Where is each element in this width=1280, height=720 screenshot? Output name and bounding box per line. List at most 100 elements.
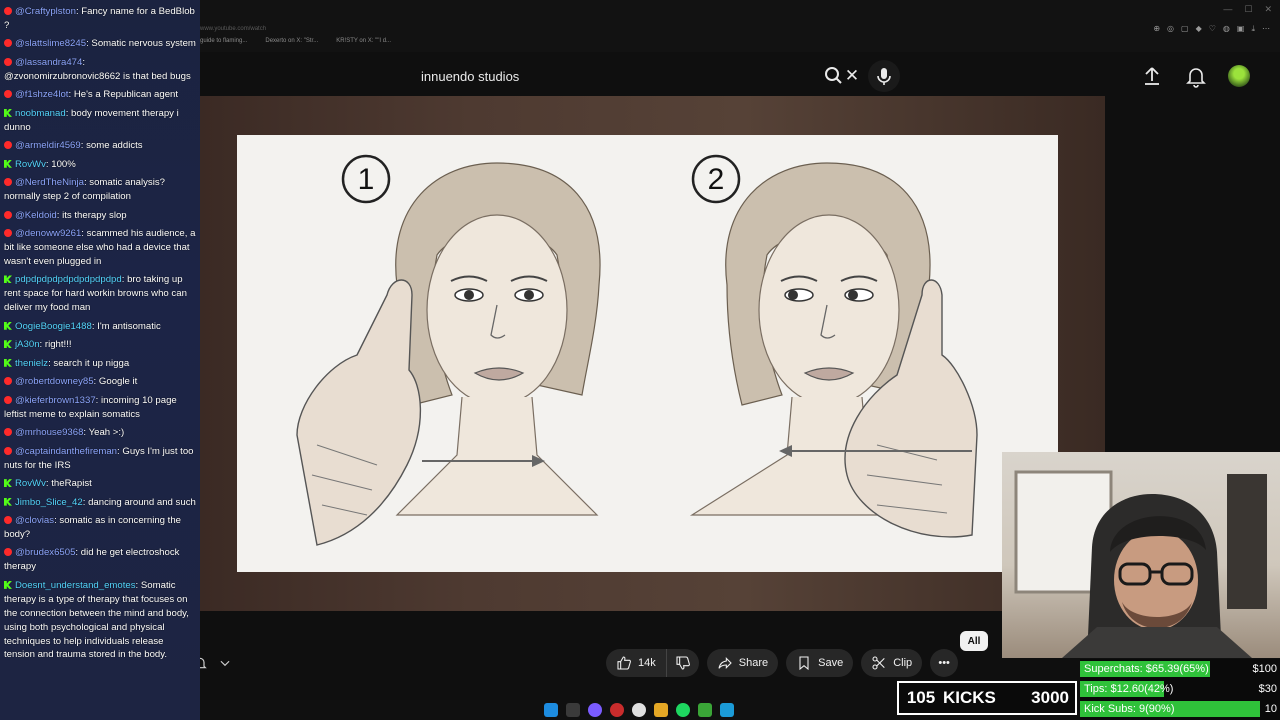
chat-text: I'm antisomatic <box>97 320 161 332</box>
extension-icon[interactable]: ◍ <box>1223 24 1230 34</box>
bookmark-item[interactable]: Dexerto on X: "Str... <box>265 38 318 52</box>
account-avatar[interactable] <box>1228 65 1250 87</box>
address-bar[interactable]: www.youtube.com/watch <box>200 26 266 32</box>
chat-username[interactable]: @captaindanthefireman <box>15 446 117 457</box>
search-button[interactable] <box>820 64 848 88</box>
minimize-button[interactable]: — <box>1223 4 1232 15</box>
more-actions-button[interactable]: ••• <box>930 649 959 677</box>
folder-icon[interactable] <box>654 703 668 717</box>
chat-username[interactable]: RovWv <box>15 478 46 489</box>
video-actions: 14k Share Save Clip ••• <box>606 649 959 677</box>
chat-message: Jimbo_Slice_42: dancing around and such <box>0 496 200 510</box>
search-input[interactable]: innuendo studios <box>421 69 839 84</box>
zoom-icon[interactable]: ⊕ <box>1153 24 1160 34</box>
bell-icon <box>1186 68 1206 88</box>
video-player[interactable]: 1 2 <box>200 96 1105 611</box>
chat-username[interactable]: @denoww9261 <box>15 228 81 239</box>
chat-username[interactable]: @Craftyplston <box>15 6 76 17</box>
close-window-button[interactable]: ✕ <box>1264 4 1272 15</box>
chat-username[interactable]: OogieBoogie1488 <box>15 321 92 332</box>
extension-icon[interactable]: ◎ <box>1167 24 1174 34</box>
chat-message: @armeldir4569: some addicts <box>0 139 200 153</box>
streamer-webcam <box>1014 470 1267 658</box>
chat-username[interactable]: pdpdpdpdpdpdpdpdpdpd <box>15 274 122 285</box>
goal-label: Kick Subs: 9(90%) <box>1084 703 1175 715</box>
search-bar[interactable]: innuendo studios ✕ <box>410 58 865 94</box>
microphone-icon <box>877 68 891 85</box>
chevron-down-icon[interactable] <box>218 656 232 670</box>
voice-search-button[interactable] <box>868 60 900 92</box>
chat-username[interactable]: Doesnt_understand_emotes <box>15 580 136 591</box>
chat-username[interactable]: @armeldir4569 <box>15 140 81 151</box>
chat-overlay: @Craftyplston: Fancy name for a BedBlob … <box>0 0 200 720</box>
chat-username[interactable]: @f1shze4lot <box>15 89 68 100</box>
chat-message: @Keldoid: its therapy slop <box>0 209 200 223</box>
bookmark-icon[interactable]: ♡ <box>1209 24 1216 34</box>
chat-username[interactable]: Jimbo_Slice_42 <box>15 497 83 508</box>
chat-username[interactable]: @brudex6505 <box>15 547 75 558</box>
share-label: Share <box>738 657 769 669</box>
video-frame: 1 2 <box>237 135 1058 572</box>
chat-username[interactable]: @mrhouse9368 <box>15 427 83 438</box>
share-button[interactable]: Share <box>706 649 779 677</box>
panel-1-number: 1 <box>358 163 375 196</box>
extension-icon[interactable]: ◆ <box>1196 24 1202 34</box>
save-button[interactable]: Save <box>786 649 854 677</box>
app-icon[interactable] <box>610 703 624 717</box>
clip-label: Clip <box>893 657 913 669</box>
chat-text: dancing around and such <box>88 496 196 508</box>
youtube-icon <box>4 7 12 15</box>
kick-icon <box>4 321 12 330</box>
goal-max: 10 <box>1264 703 1277 715</box>
kicks-label: KICKS <box>943 688 996 707</box>
youtube-icon <box>4 39 12 48</box>
notifications-button[interactable] <box>1184 64 1208 88</box>
panel-2-number: 2 <box>708 163 725 196</box>
search-icon[interactable] <box>566 703 580 717</box>
chat-text: search it up nigga <box>53 357 130 369</box>
chat-username[interactable]: @robertdowney85 <box>15 376 94 387</box>
dislike-button[interactable] <box>666 649 699 677</box>
upload-button[interactable] <box>1140 64 1164 88</box>
chat-username[interactable]: jA30n <box>15 339 40 350</box>
bookmark-item[interactable]: KR!STY on X: ""I d... <box>336 38 391 52</box>
chat-username[interactable]: @NerdTheNinja <box>15 177 84 188</box>
like-button[interactable]: 14k <box>606 649 667 677</box>
chat-text: Somatic nervous system <box>91 38 196 50</box>
video-illustration: 1 2 <box>296 154 978 546</box>
chat-username[interactable]: @lassandra474 <box>15 57 82 68</box>
xbox-icon[interactable] <box>698 703 712 717</box>
chat-username[interactable]: @clovias <box>15 515 54 526</box>
chat-message: @Craftyplston: Fancy name for a BedBlob … <box>0 5 200 33</box>
spotify-icon[interactable] <box>676 703 690 717</box>
chat-username[interactable]: thenielz <box>15 358 48 369</box>
app-icon[interactable] <box>588 703 602 717</box>
youtube-icon <box>4 178 12 187</box>
browser-toolbar: — ☐ ✕ www.youtube.com/watch ⊕ ◎ ▢ ◆ ♡ ◍ … <box>200 0 1280 52</box>
chat-text: Yeah >:) <box>88 427 125 439</box>
chat-text: some addicts <box>86 140 143 152</box>
browser-icon[interactable] <box>632 703 646 717</box>
chat-message: pdpdpdpdpdpdpdpdpdpd: bro taking up rent… <box>0 273 200 315</box>
chat-message: noobmanad: body movement therapy i dunno <box>0 107 200 135</box>
chat-username[interactable]: @Keldoid <box>15 210 57 221</box>
menu-icon[interactable]: ⋯ <box>1262 24 1270 34</box>
clip-button[interactable]: Clip <box>861 649 923 677</box>
chat-message: @denoww9261: scammed his audience, a bit… <box>0 227 200 269</box>
maximize-button[interactable]: ☐ <box>1244 4 1252 15</box>
chat-username[interactable]: RovWv <box>15 159 46 170</box>
chat-text: theRapist <box>51 478 92 490</box>
windows-start-icon[interactable] <box>544 703 558 717</box>
chip-all[interactable]: All <box>960 631 988 651</box>
search-icon <box>825 67 842 84</box>
extension-icon[interactable]: ▣ <box>1237 24 1245 34</box>
chat-username[interactable]: noobmanad <box>15 108 66 119</box>
chat-username[interactable]: @slattslime8245 <box>15 38 86 49</box>
kicks-counter: 105 KICKS 3000 <box>897 681 1077 715</box>
chat-username[interactable]: @kieferbrown1337 <box>15 395 96 406</box>
steam-icon[interactable] <box>720 703 734 717</box>
kick-icon <box>4 479 12 488</box>
extension-icon[interactable]: ▢ <box>1181 24 1189 34</box>
download-icon[interactable]: ⤓ <box>1251 24 1255 34</box>
bookmark-item[interactable]: guide to flaming... <box>200 38 247 52</box>
